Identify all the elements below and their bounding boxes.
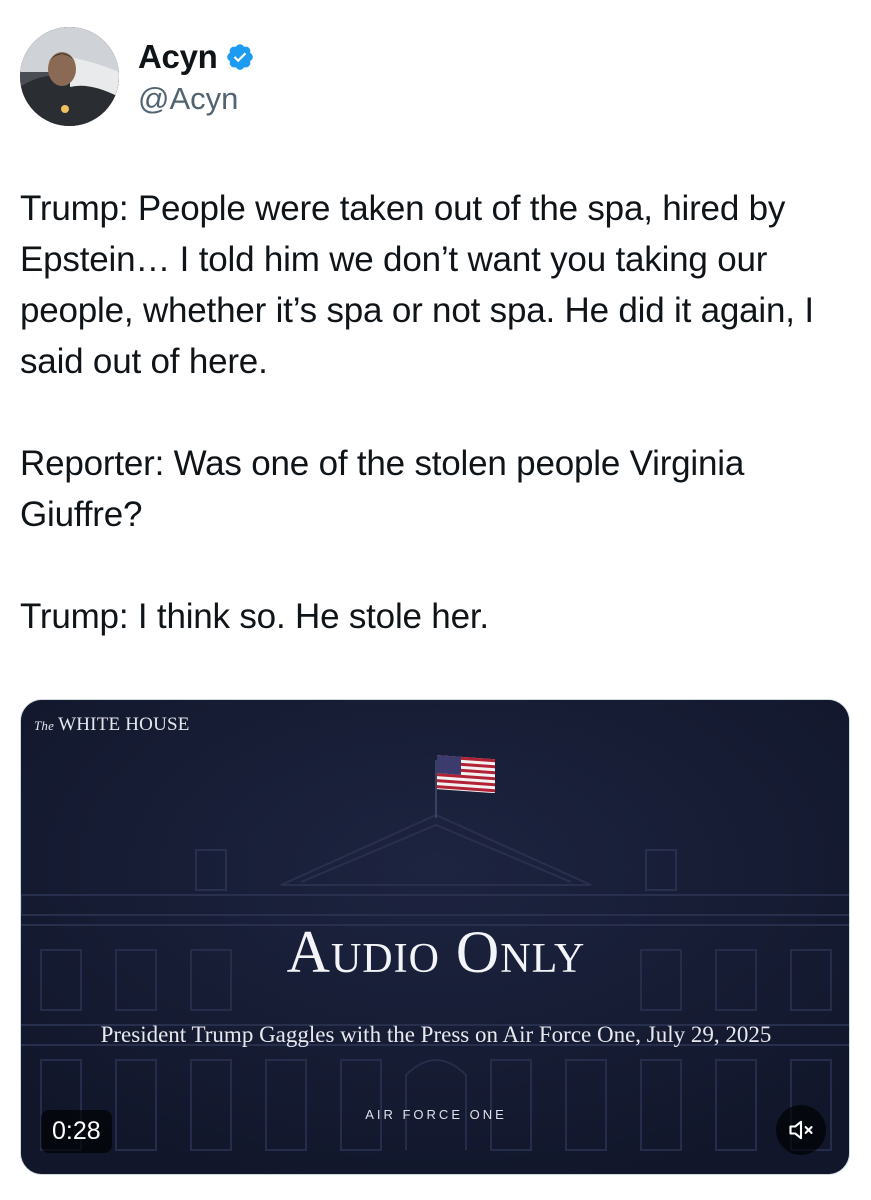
verified-badge-icon [225, 42, 255, 72]
video-duration: 0:28 [41, 1110, 112, 1153]
white-house-logo: The WHITE HOUSE [34, 714, 190, 735]
tweet-text: Trump: People were taken out of the spa,… [20, 183, 860, 642]
avatar[interactable] [20, 27, 119, 126]
video-title: Audio Only [286, 919, 586, 985]
tweet-header: Acyn @Acyn [20, 27, 820, 127]
video-subtitle: President Trump Gaggles with the Press o… [100, 1022, 772, 1047]
video-player[interactable]: The WHITE HOUSE Audio Only President Trum… [20, 699, 850, 1175]
speaker-muted-icon [789, 1120, 813, 1140]
tweet-paragraph: Reporter: Was one of the stolen people V… [20, 444, 745, 534]
tweet-paragraph: Trump: I think so. He stole her. [20, 597, 489, 636]
avatar-image [20, 27, 119, 126]
location-label: AIR FORCE ONE [365, 1107, 507, 1122]
tweet-paragraph: Trump: People were taken out of the spa,… [20, 189, 814, 381]
display-name[interactable]: Acyn [138, 38, 218, 76]
handle[interactable]: @Acyn [138, 81, 255, 117]
us-flag-icon [437, 755, 495, 793]
mute-button[interactable] [776, 1105, 826, 1155]
